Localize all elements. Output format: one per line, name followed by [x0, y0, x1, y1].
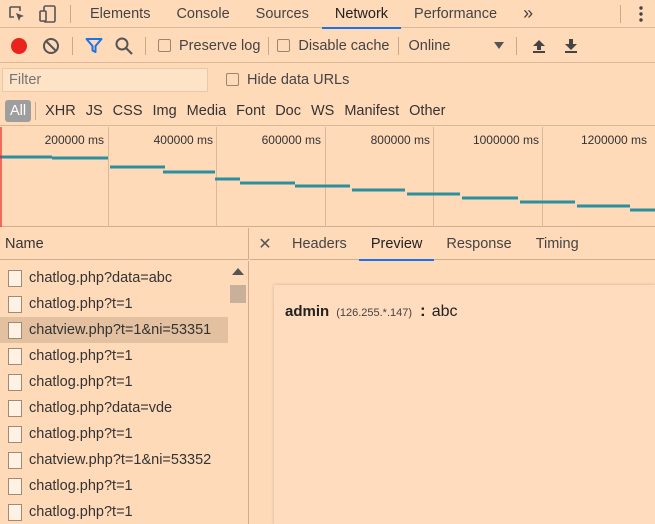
request-row[interactable]: chatlog.php?data=vde — [0, 395, 228, 421]
request-name: chatlog.php?t=1 — [29, 374, 133, 390]
request-row[interactable]: chatlog.php?t=1 — [0, 421, 228, 447]
preserve-log-checkbox[interactable] — [158, 39, 171, 52]
request-row[interactable]: chatlog.php?t=1 — [0, 369, 228, 395]
request-name: chatview.php?t=1&ni=53352 — [29, 452, 212, 468]
chat-ip-address: (126.255.*.147) — [336, 307, 413, 319]
type-filter-manifest[interactable]: Manifest — [339, 100, 404, 122]
file-icon — [8, 425, 22, 443]
type-filter-ws[interactable]: WS — [306, 100, 339, 122]
preserve-log-label: Preserve log — [179, 37, 261, 54]
hide-data-urls-checkbox[interactable] — [226, 73, 239, 86]
detail-tabbar: ✕ Headers Preview Response Timing — [250, 228, 655, 261]
request-row[interactable]: chatlog.php?t=1 — [0, 291, 228, 317]
scroll-up-icon[interactable] — [232, 268, 244, 275]
divider — [516, 36, 518, 55]
file-icon — [8, 321, 22, 339]
device-toolbar-icon[interactable] — [34, 0, 64, 28]
throttling-select[interactable]: Online — [408, 37, 505, 54]
request-name: chatlog.php?t=1 — [29, 348, 133, 364]
request-row-selected[interactable]: chatview.php?t=1&ni=53351 — [0, 317, 228, 343]
more-tabs-button[interactable]: » — [510, 0, 546, 28]
chat-username: admin — [285, 303, 330, 320]
throttling-value: Online — [408, 37, 451, 54]
request-name: chatlog.php?t=1 — [29, 478, 133, 494]
type-filter-all[interactable]: All — [5, 99, 32, 122]
divider — [398, 36, 400, 55]
type-filter-doc[interactable]: Doc — [270, 100, 306, 122]
request-row[interactable]: chatlog.php?t=1 — [0, 343, 228, 369]
search-icon[interactable] — [109, 29, 139, 63]
record-button[interactable] — [2, 29, 36, 63]
request-row[interactable]: chatlog.php?t=1 — [0, 473, 228, 499]
timeline-overview[interactable]: 200000 ms 400000 ms 600000 ms 800000 ms … — [0, 127, 655, 227]
file-icon — [8, 295, 22, 313]
type-filter-js[interactable]: JS — [81, 100, 108, 122]
hide-data-urls-label: Hide data URLs — [247, 72, 350, 88]
file-icon — [8, 503, 22, 521]
type-filter-font[interactable]: Font — [231, 100, 270, 122]
export-har-icon[interactable] — [555, 29, 587, 63]
file-icon — [8, 399, 22, 417]
filter-input[interactable] — [2, 68, 208, 92]
request-name: chatlog.php?t=1 — [29, 296, 133, 312]
tab-elements[interactable]: Elements — [77, 0, 163, 28]
tab-headers[interactable]: Headers — [280, 228, 359, 260]
inspect-element-icon[interactable] — [0, 0, 34, 28]
dropdown-arrow-icon — [494, 41, 505, 49]
more-options-icon[interactable] — [627, 0, 655, 28]
devtools-tabbar: Elements Console Sources Network Perform… — [0, 0, 655, 29]
filter-bar: Hide data URLs — [0, 64, 655, 96]
chat-separator: : — [420, 301, 426, 320]
type-filter-css[interactable]: CSS — [108, 100, 148, 122]
divider — [72, 36, 73, 55]
type-filter-media[interactable]: Media — [182, 100, 232, 122]
divider — [35, 101, 37, 120]
file-icon — [8, 269, 22, 287]
request-row[interactable]: chatlog.php?data=abc — [0, 265, 228, 291]
scrollbar-thumb[interactable] — [230, 285, 246, 303]
request-name: chatlog.php?data=vde — [29, 400, 173, 416]
close-icon[interactable]: ✕ — [250, 228, 280, 260]
request-row[interactable]: chatlog.php?t=1 — [0, 499, 228, 524]
file-icon — [8, 373, 22, 391]
tab-preview[interactable]: Preview — [358, 228, 435, 261]
name-column-header[interactable]: Name — [0, 228, 249, 260]
request-name: chatlog.php?data=abc — [29, 270, 173, 286]
request-list: chatlog.php?data=abc chatlog.php?t=1 cha… — [0, 261, 249, 524]
tab-response[interactable]: Response — [434, 228, 523, 260]
tab-sources[interactable]: Sources — [243, 0, 322, 28]
request-name: chatview.php?t=1&ni=53351 — [29, 322, 212, 338]
divider — [70, 4, 71, 23]
clear-icon[interactable] — [36, 29, 66, 63]
request-name: chatlog.php?t=1 — [29, 504, 133, 520]
divider — [268, 36, 270, 55]
preview-pane: admin (126.255.*.147) : abc — [250, 261, 655, 524]
disable-cache-label: Disable cache — [298, 37, 390, 54]
tab-performance[interactable]: Performance — [401, 0, 510, 28]
filter-icon[interactable] — [79, 29, 109, 63]
divider — [620, 4, 621, 23]
file-icon — [8, 347, 22, 365]
type-filter-img[interactable]: Img — [148, 100, 182, 122]
tab-console[interactable]: Console — [163, 0, 242, 28]
import-har-icon[interactable] — [523, 29, 555, 63]
request-row[interactable]: chatview.php?t=1&ni=53352 — [0, 447, 228, 473]
divider — [145, 36, 146, 55]
type-filter-other[interactable]: Other — [404, 100, 450, 122]
file-icon — [8, 451, 22, 469]
type-filter-xhr[interactable]: XHR — [40, 100, 81, 122]
chat-message: abc — [431, 303, 458, 320]
network-toolbar: Preserve log Disable cache Online — [0, 29, 655, 63]
tab-timing[interactable]: Timing — [524, 228, 591, 260]
disable-cache-checkbox[interactable] — [277, 39, 291, 52]
preview-content: admin (126.255.*.147) : abc — [274, 285, 655, 524]
tab-network[interactable]: Network — [321, 0, 402, 29]
file-icon — [8, 477, 22, 495]
request-name: chatlog.php?t=1 — [29, 426, 133, 442]
resource-type-bar: All XHR JS CSS Img Media Font Doc WS Man… — [0, 96, 655, 126]
timeline-waterfall — [0, 127, 655, 227]
